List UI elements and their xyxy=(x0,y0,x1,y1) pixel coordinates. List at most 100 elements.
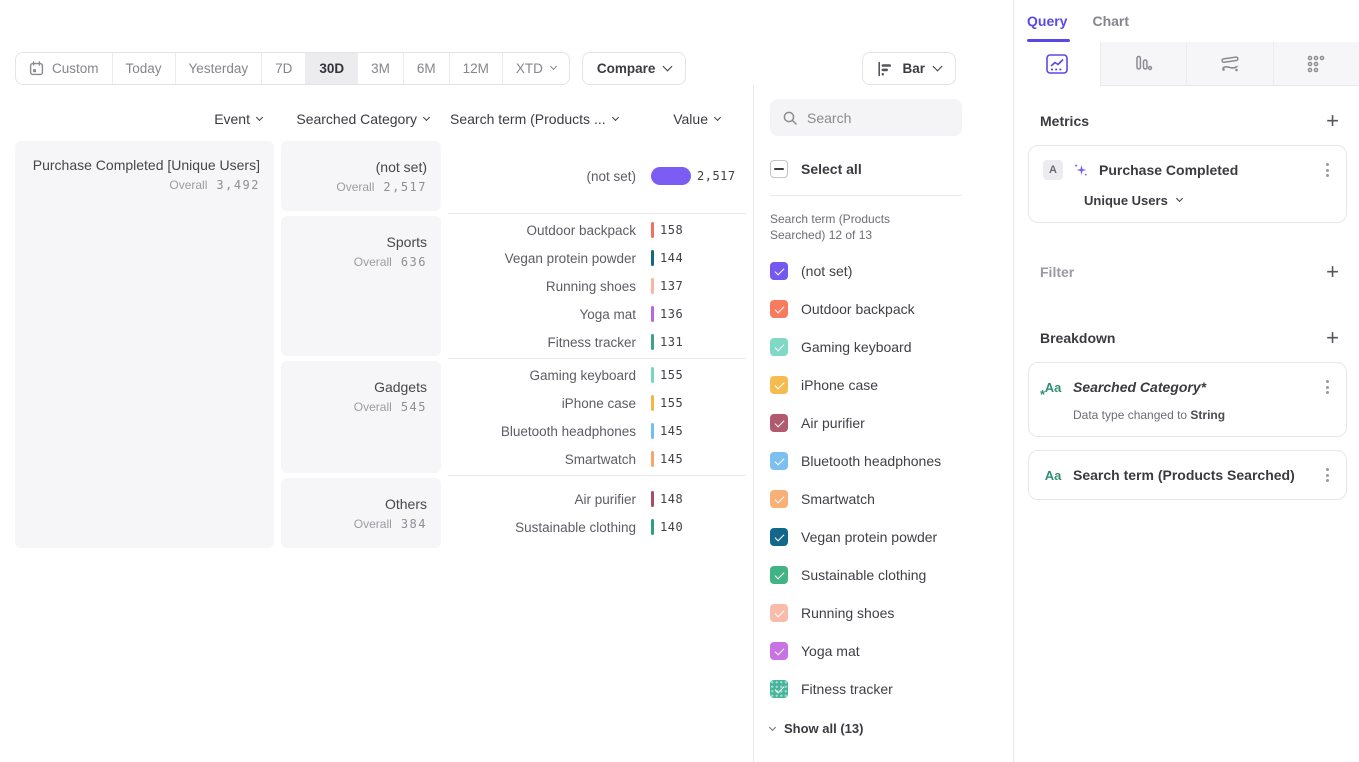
select-all-row[interactable]: Select all xyxy=(770,160,1013,178)
date-range-yesterday[interactable]: Yesterday xyxy=(176,53,263,84)
breakdown-card[interactable]: Aa* Searched Category* Data type changed… xyxy=(1028,362,1347,437)
term-row[interactable]: Bluetooth headphones145 xyxy=(448,417,746,445)
tab-chart[interactable]: Chart xyxy=(1092,13,1129,42)
checkbox[interactable] xyxy=(770,528,788,546)
add-breakdown-button[interactable]: + xyxy=(1326,328,1339,348)
filter-item[interactable]: iPhone case xyxy=(770,366,1013,404)
checkbox[interactable] xyxy=(770,262,788,280)
breakdown-name: Search term (Products Searched) xyxy=(1073,467,1313,483)
column-header-value[interactable]: Value xyxy=(673,111,746,127)
breakdown-name: Searched Category* xyxy=(1073,379,1313,395)
compare-button[interactable]: Compare xyxy=(582,52,687,85)
date-range-6m[interactable]: 6M xyxy=(404,53,450,84)
value-bar[interactable] xyxy=(651,306,654,322)
chevron-down-icon xyxy=(612,113,619,120)
chart-type-button[interactable]: Bar xyxy=(862,52,956,85)
category-overall: Overall2,517 xyxy=(295,180,427,194)
value-bar[interactable] xyxy=(651,222,654,238)
term-row[interactable]: (not set)2,517 xyxy=(448,162,746,190)
value-bar[interactable] xyxy=(651,491,654,507)
term-row[interactable]: Fitness tracker131 xyxy=(448,328,746,356)
column-header-search-term[interactable]: Search term (Products ... xyxy=(450,111,618,127)
value-bar[interactable] xyxy=(651,367,654,383)
term-row[interactable]: Air purifier148 xyxy=(448,485,746,513)
term-row[interactable]: Yoga mat136 xyxy=(448,300,746,328)
insights-report-tab[interactable] xyxy=(1014,42,1100,86)
filter-item[interactable]: Bluetooth headphones xyxy=(770,442,1013,480)
tab-query[interactable]: Query xyxy=(1027,13,1067,42)
retention-report-tab[interactable] xyxy=(1273,42,1359,86)
date-range-7d[interactable]: 7D xyxy=(262,53,306,84)
date-range-3m[interactable]: 3M xyxy=(358,53,404,84)
checkbox[interactable] xyxy=(770,490,788,508)
filter-item[interactable]: Air purifier xyxy=(770,404,1013,442)
filter-item[interactable]: Fitness tracker xyxy=(770,670,1013,708)
metric-card[interactable]: A Purchase Completed Unique Users xyxy=(1028,145,1347,223)
flows-report-tab[interactable] xyxy=(1186,42,1273,86)
checkbox[interactable] xyxy=(770,604,788,622)
value-bar[interactable] xyxy=(651,395,654,411)
checkbox[interactable] xyxy=(770,452,788,470)
filter-item[interactable]: Smartwatch xyxy=(770,480,1013,518)
value-bar[interactable] xyxy=(651,423,654,439)
search-icon xyxy=(782,110,798,126)
date-range-custom[interactable]: Custom xyxy=(16,53,113,84)
term-row[interactable]: Sustainable clothing140 xyxy=(448,513,746,541)
category-cell[interactable]: (not set)Overall2,517 xyxy=(281,141,441,211)
value-bar[interactable] xyxy=(651,334,654,350)
filter-item[interactable]: (not set) xyxy=(770,252,1013,290)
filter-item[interactable]: Gaming keyboard xyxy=(770,328,1013,366)
term-row[interactable]: Outdoor backpack158 xyxy=(448,216,746,244)
category-cell[interactable]: OthersOverall384 xyxy=(281,478,441,548)
search-input[interactable] xyxy=(807,110,947,126)
value-bar[interactable] xyxy=(651,167,691,185)
filter-item[interactable]: Yoga mat xyxy=(770,632,1013,670)
term-row[interactable]: Running shoes137 xyxy=(448,272,746,300)
value-bar[interactable] xyxy=(651,451,654,467)
event-cell[interactable]: Purchase Completed [Unique Users] Overal… xyxy=(15,141,274,548)
filter-item[interactable]: Sustainable clothing xyxy=(770,556,1013,594)
term-row[interactable]: Vegan protein powder144 xyxy=(448,244,746,272)
checkbox[interactable] xyxy=(770,642,788,660)
value-bar[interactable] xyxy=(651,250,654,266)
filter-item[interactable]: Outdoor backpack xyxy=(770,290,1013,328)
kebab-menu-icon[interactable] xyxy=(1323,160,1332,180)
add-metric-button[interactable]: + xyxy=(1326,111,1339,131)
filter-item[interactable]: Vegan protein powder xyxy=(770,518,1013,556)
date-range-today[interactable]: Today xyxy=(113,53,176,84)
modified-star-icon: * xyxy=(1040,387,1045,402)
value-bar[interactable] xyxy=(651,519,654,535)
term-row[interactable]: Gaming keyboard155 xyxy=(448,361,746,389)
search-term-label: iPhone case xyxy=(448,396,651,411)
checkbox[interactable] xyxy=(770,376,788,394)
search-box[interactable] xyxy=(770,99,962,136)
breakdown-card[interactable]: Aa Search term (Products Searched) xyxy=(1028,450,1347,500)
kebab-menu-icon[interactable] xyxy=(1323,377,1332,397)
checkbox[interactable] xyxy=(770,338,788,356)
checkbox[interactable] xyxy=(770,680,788,698)
date-range-12m[interactable]: 12M xyxy=(450,53,503,84)
value-label: 145 xyxy=(660,424,683,438)
category-cell[interactable]: GadgetsOverall545 xyxy=(281,361,441,473)
category-cell[interactable]: SportsOverall636 xyxy=(281,216,441,356)
checkbox[interactable] xyxy=(770,566,788,584)
breakdown-card-row: Aa* Searched Category* xyxy=(1043,377,1332,397)
add-filter-button[interactable]: + xyxy=(1326,262,1339,282)
filter-item[interactable]: Running shoes xyxy=(770,594,1013,632)
date-range-xtd[interactable]: XTD xyxy=(503,53,569,84)
column-header-searched-category[interactable]: Searched Category xyxy=(274,111,441,127)
terms-cell: (not set)2,517 xyxy=(448,141,746,211)
column-header-event[interactable]: Event xyxy=(15,111,274,127)
term-row[interactable]: Smartwatch145 xyxy=(448,445,746,473)
measure-dropdown[interactable]: Unique Users xyxy=(1043,193,1332,208)
checkbox[interactable] xyxy=(770,300,788,318)
funnels-report-tab[interactable] xyxy=(1100,42,1187,86)
select-all-checkbox[interactable] xyxy=(770,160,788,178)
value-label: 140 xyxy=(660,520,683,534)
date-range-30d[interactable]: 30D xyxy=(306,53,358,84)
value-bar[interactable] xyxy=(651,278,654,294)
kebab-menu-icon[interactable] xyxy=(1323,465,1332,485)
term-row[interactable]: iPhone case155 xyxy=(448,389,746,417)
show-all-button[interactable]: Show all (13) xyxy=(770,721,1013,736)
checkbox[interactable] xyxy=(770,414,788,432)
